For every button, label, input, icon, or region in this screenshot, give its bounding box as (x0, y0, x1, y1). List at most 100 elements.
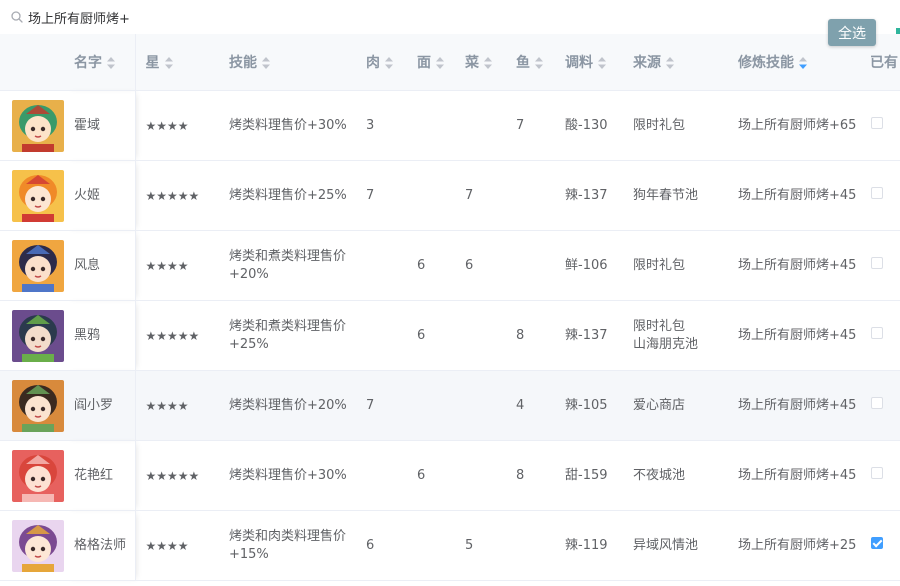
table-row[interactable]: 花艳红 ★★★★★ 烤类料理售价+30% 6 8 甜-159 不夜城池 场上所有厨师烤+45 (0, 440, 900, 511)
header-source[interactable]: 来源 (623, 34, 728, 91)
avatar-cell (0, 300, 64, 371)
chef-skill: 烤类料理售价+25% (219, 160, 356, 231)
chef-skill: 烤类料理售价+30% (219, 440, 356, 511)
chef-ult-skill: 场上所有厨师烤+45 (728, 440, 865, 511)
chef-fish (506, 230, 555, 301)
chef-meat: 7 (356, 370, 407, 441)
chef-source-line: 不夜城池 (633, 467, 686, 483)
chef-stars: ★★★★★ (135, 440, 219, 511)
chef-veg (455, 370, 506, 441)
sort-icon[interactable] (598, 57, 606, 69)
chef-skill: 烤类料理售价+30% (219, 90, 356, 161)
chef-veg (455, 300, 506, 371)
table-row[interactable]: 黑鸦 ★★★★★ 烤类和煮类料理售价+25% 6 8 辣-137 限时礼包 山海朋克池 场上所有… (0, 300, 900, 371)
chef-meat (356, 300, 407, 371)
chef-ult-skill: 场上所有厨师烤+45 (728, 300, 865, 371)
header-flour[interactable]: 面 (407, 34, 455, 91)
sort-icon[interactable] (799, 57, 807, 69)
chef-source: 限时礼包 山海朋克池 (623, 300, 728, 371)
sort-icon[interactable] (436, 57, 444, 69)
chef-avatar (12, 449, 64, 502)
owned-cell (865, 160, 900, 231)
select-all-button[interactable]: 全选 (828, 19, 876, 46)
chef-veg: 7 (455, 160, 506, 231)
header-name[interactable]: 名字 (64, 34, 136, 91)
table-row[interactable]: 霍域 ★★★★ 烤类料理售价+30% 3 7 酸-130 限时礼包 场上所有厨师烤+65 (0, 90, 900, 161)
owned-checkbox[interactable] (871, 536, 883, 549)
header-fish[interactable]: 鱼 (506, 34, 555, 91)
chef-condiment: 辣-137 (555, 300, 623, 371)
chef-avatar (12, 379, 64, 432)
header-skill[interactable]: 技能 (219, 34, 356, 91)
chef-ult-skill: 场上所有厨师烤+45 (728, 160, 865, 231)
owned-cell (865, 90, 900, 161)
chef-fish: 4 (506, 370, 555, 441)
table-row[interactable]: 火姬 ★★★★★ 烤类料理售价+25% 7 7 辣-137 狗年春节池 场上所有厨师烤+45 (0, 160, 900, 231)
chef-flour (407, 510, 455, 581)
chef-condiment: 鲜-106 (555, 230, 623, 301)
header-condiment[interactable]: 调料 (555, 34, 623, 91)
chef-fish: 8 (506, 300, 555, 371)
avatar-cell (0, 370, 64, 441)
chef-stars: ★★★★ (135, 230, 219, 301)
chef-skill: 烤类和煮类料理售价+20% (219, 230, 356, 301)
chef-name: 霍域 (64, 90, 136, 161)
chef-name: 阎小罗 (64, 370, 136, 441)
owned-checkbox[interactable] (871, 186, 883, 199)
owned-checkbox[interactable] (871, 396, 883, 409)
chef-avatar (12, 309, 64, 362)
avatar-cell (0, 510, 64, 581)
sort-icon[interactable] (535, 57, 543, 69)
chef-flour: 6 (407, 300, 455, 371)
owned-checkbox[interactable] (871, 326, 883, 339)
header-meat[interactable]: 肉 (356, 34, 407, 91)
search-input[interactable] (28, 7, 588, 27)
avatar-cell (0, 440, 64, 511)
table-row[interactable]: 格格法师 ★★★★ 烤类和肉类料理售价+15% 6 5 辣-119 异域风情池 场上所有厨师烤… (0, 510, 900, 581)
chef-condiment: 辣-137 (555, 160, 623, 231)
table-header-row: 名字 星 技能 肉 面 菜 鱼 调料 来源 修炼技能 已有 (0, 34, 900, 91)
table-row[interactable]: 阎小罗 ★★★★ 烤类料理售价+20% 7 4 辣-105 爱心商店 场上所有厨师烤+45 (0, 370, 900, 441)
chef-name: 火姬 (64, 160, 136, 231)
chef-veg (455, 90, 506, 161)
chef-fish: 7 (506, 90, 555, 161)
chef-meat: 3 (356, 90, 407, 161)
chef-source-line: 限时礼包 (633, 318, 686, 334)
chef-flour: 6 (407, 440, 455, 511)
chef-ult-skill: 场上所有厨师烤+45 (728, 370, 865, 441)
chef-source: 不夜城池 (623, 440, 728, 511)
sort-icon[interactable] (164, 57, 173, 69)
chef-source: 限时礼包 (623, 90, 728, 161)
chef-source: 异域风情池 (623, 510, 728, 581)
avatar-cell (0, 160, 64, 231)
chef-stars: ★★★★ (135, 510, 219, 581)
chef-meat: 7 (356, 160, 407, 231)
table-row[interactable]: 风息 ★★★★ 烤类和煮类料理售价+20% 6 6 鲜-106 限时礼包 场上所有厨师烤+45 (0, 230, 900, 301)
avatar-cell (0, 230, 64, 301)
chef-condiment: 甜-159 (555, 440, 623, 511)
chef-source-line: 爱心商店 (633, 397, 686, 413)
owned-checkbox[interactable] (871, 116, 883, 129)
search-bar (0, 0, 900, 34)
chef-meat (356, 230, 407, 301)
sort-icon[interactable] (107, 57, 115, 69)
owned-checkbox[interactable] (871, 466, 883, 479)
chef-source-line: 狗年春节池 (633, 187, 699, 203)
header-veg[interactable]: 菜 (455, 34, 506, 91)
chef-stars: ★★★★ (135, 90, 219, 161)
chef-stars: ★★★★ (135, 370, 219, 441)
owned-cell (865, 230, 900, 301)
chef-condiment: 辣-119 (555, 510, 623, 581)
chef-name: 风息 (64, 230, 136, 301)
chef-stars: ★★★★★ (135, 160, 219, 231)
chef-veg: 6 (455, 230, 506, 301)
sort-icon[interactable] (484, 57, 492, 69)
chef-avatar (12, 239, 64, 292)
owned-checkbox[interactable] (871, 256, 883, 269)
sort-icon[interactable] (262, 57, 270, 69)
sort-icon[interactable] (666, 57, 674, 69)
chef-ult-skill: 场上所有厨师烤+45 (728, 230, 865, 301)
sort-icon[interactable] (385, 57, 393, 69)
chef-name: 花艳红 (64, 440, 136, 511)
header-stars[interactable]: 星 (135, 34, 219, 91)
